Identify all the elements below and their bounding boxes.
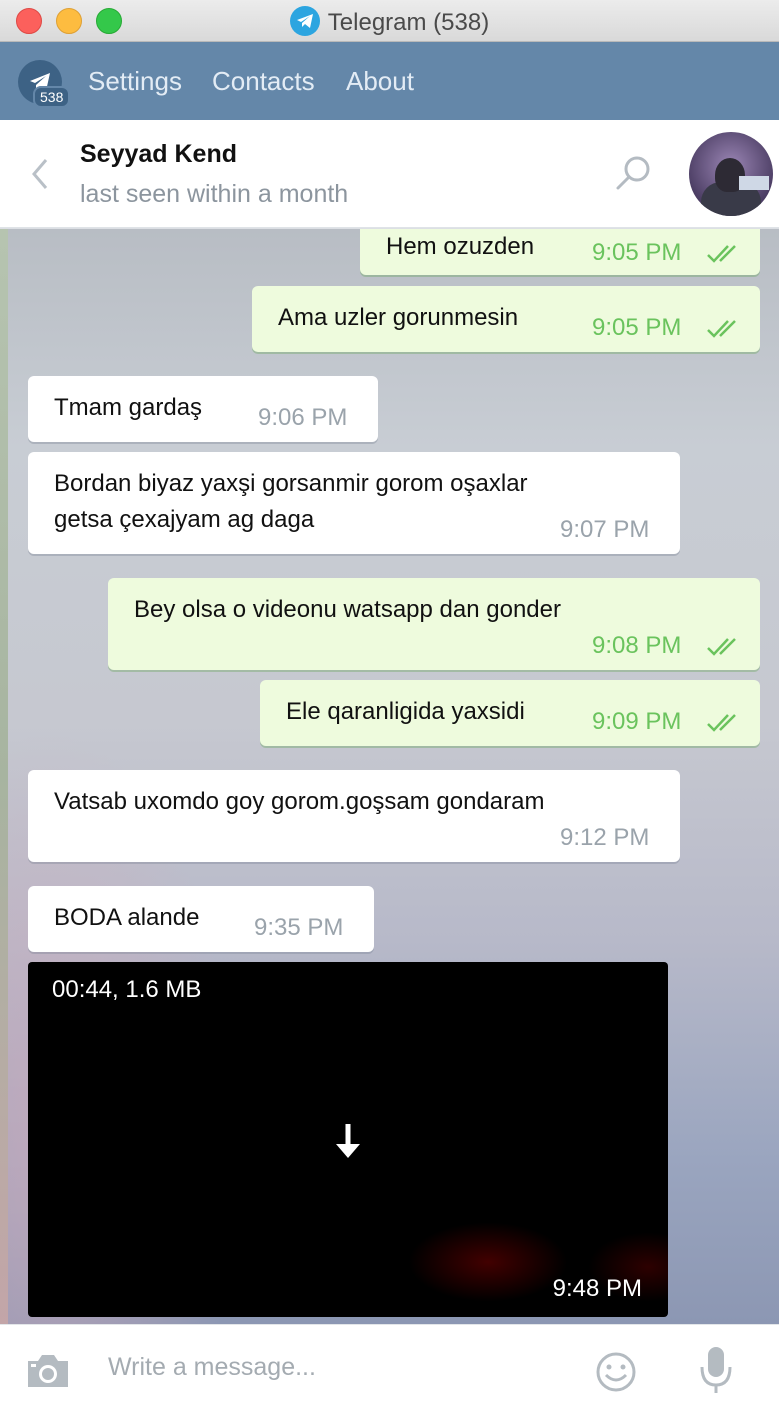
peer-status: last seen within a month [80,180,349,208]
message-bubble-incoming[interactable]: Tmam gardaş 9:06 PM [28,376,378,442]
telegram-icon [289,6,320,36]
message-text: Tmam gardaş [54,394,203,421]
message-input[interactable] [108,1353,568,1382]
message-text: Hem ozuzden [386,233,535,260]
message-time: 9:08 PM [592,632,682,659]
video-info: 00:44, 1.6 MB [52,976,202,1003]
message-text: Vatsab uxomdo goy gorom.goşsam gondaram [54,788,545,815]
double-check-icon [707,245,736,263]
message-time: 9:06 PM [258,404,348,431]
window-title-text: Telegram (538) [327,9,490,36]
message-bubble-incoming[interactable]: Bordan biyaz yaxşi gorsanmir gorom oşaxl… [28,452,680,554]
double-check-icon [707,320,736,338]
microphone-icon[interactable] [698,1345,734,1402]
message-list[interactable]: Hem ozuzden 9:05 PM Ama uzler gorunmesin… [0,229,779,1324]
top-navigation: 538 Settings Contacts About [0,42,779,120]
message-composer [0,1324,779,1417]
message-time: 9:09 PM [592,708,682,735]
message-bubble-outgoing[interactable]: Bey olsa o videonu watsapp dan gonder 9:… [108,578,760,670]
message-bubble-outgoing[interactable]: Hem ozuzden 9:05 PM [360,229,760,275]
message-text: Bey olsa o videonu watsapp dan gonder [134,596,561,623]
emoji-icon[interactable] [594,1350,638,1399]
message-bubble-incoming[interactable]: BODA alande 9:35 PM [28,886,374,952]
message-time: 9:07 PM [560,516,650,543]
message-bubble-incoming[interactable]: Vatsab uxomdo goy gorom.goşsam gondaram … [28,770,680,862]
chat-header: Seyyad Kend last seen within a month [0,120,779,228]
double-check-icon [707,638,736,656]
search-icon[interactable] [614,154,654,199]
window-title: Telegram (538) [0,6,779,37]
message-time: 9:12 PM [560,824,650,851]
nav-settings-link[interactable]: Settings [88,66,182,97]
double-check-icon [707,714,736,732]
camera-icon[interactable] [24,1351,72,1396]
peer-avatar[interactable] [689,132,773,216]
message-text: Ama uzler gorunmesin [278,304,519,331]
message-text: Ele qaranligida yaxsidi [286,698,525,725]
peer-name[interactable]: Seyyad Kend [80,140,237,169]
message-text: BODA alande [54,904,200,931]
message-bubble-outgoing[interactable]: Ele qaranligida yaxsidi 9:09 PM [260,680,760,746]
nav-about-link[interactable]: About [346,66,414,97]
unread-count-badge: 538 [33,86,71,108]
message-text-line: Bordan biyaz yaxşi gorsanmir gorom oşaxl… [54,470,528,497]
message-time: 9:05 PM [592,314,682,341]
video-message[interactable]: 00:44, 1.6 MB 9:48 PM [28,962,668,1317]
back-chevron-icon[interactable] [28,156,52,197]
message-time: 9:35 PM [254,914,344,941]
nav-contacts-link[interactable]: Contacts [212,66,315,97]
message-time: 9:48 PM [552,1275,642,1302]
download-arrow-icon[interactable] [334,1122,362,1167]
message-time: 9:05 PM [592,239,682,266]
message-bubble-outgoing[interactable]: Ama uzler gorunmesin 9:05 PM [252,286,760,352]
window-titlebar: Telegram (538) [0,0,779,42]
message-text-line: getsa çexajyam ag daga [54,506,315,533]
